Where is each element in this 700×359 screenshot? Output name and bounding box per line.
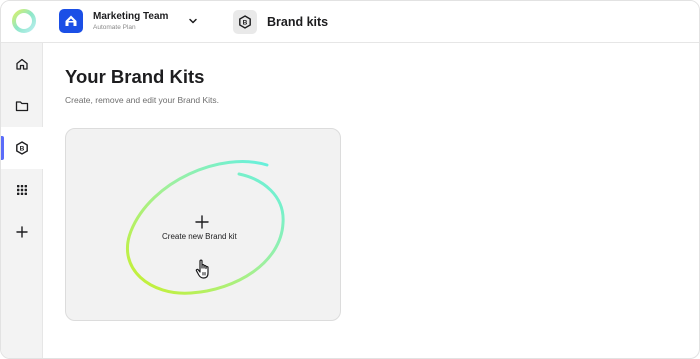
apps-grid-icon — [17, 185, 27, 195]
sidebar-item-home[interactable] — [1, 43, 43, 85]
top-bar: Marketing Team Automate Plan B Brand kit… — [1, 1, 699, 43]
team-plan: Automate Plan — [93, 24, 136, 31]
svg-text:B: B — [20, 146, 25, 153]
sidebar-item-brand-kits[interactable]: B — [1, 127, 43, 169]
app-window: Marketing Team Automate Plan B Brand kit… — [0, 0, 700, 359]
sidebar-item-create[interactable] — [1, 211, 43, 253]
hand-pointer-icon — [195, 259, 209, 279]
svg-text:B: B — [243, 20, 248, 27]
team-logo-icon — [65, 15, 77, 26]
folder-icon — [15, 101, 29, 112]
team-name[interactable]: Marketing Team — [93, 11, 168, 22]
brand-kit-icon: B — [16, 141, 28, 155]
page-subtitle: Create, remove and edit your Brand Kits. — [65, 95, 220, 105]
sidebar: B — [1, 43, 43, 358]
brand-kit-icon: B — [239, 15, 251, 29]
home-icon — [16, 58, 28, 70]
chevron-down-icon[interactable] — [187, 15, 199, 27]
plus-icon — [195, 215, 209, 229]
app-logo-icon[interactable] — [10, 6, 38, 34]
page-title: Your Brand Kits — [65, 66, 205, 87]
plus-icon — [16, 226, 28, 238]
page-name: Brand kits — [267, 15, 329, 29]
sidebar-item-folders[interactable] — [1, 85, 43, 127]
brand-kit-page-icon: B — [233, 10, 257, 34]
create-brand-kit-label[interactable]: Create new Brand kit — [162, 232, 237, 241]
team-icon[interactable] — [59, 9, 83, 33]
sidebar-item-apps[interactable] — [1, 169, 43, 211]
